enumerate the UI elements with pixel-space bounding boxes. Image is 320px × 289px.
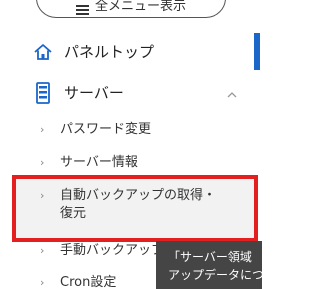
chevron-right-icon: › [40, 156, 45, 169]
submenu-label-line1: 自動バックアップの取得・ [60, 188, 217, 203]
sidebar-item-label: サーバー [64, 84, 124, 102]
chevron-up-icon[interactable] [226, 86, 238, 98]
sidebar-item-server[interactable]: サーバー [20, 74, 242, 111]
chevron-right-icon: › [40, 244, 45, 257]
chevron-right-icon: › [40, 276, 45, 289]
sidebar-screen: 全メニュー表示 パネルトップ サーバー › パスワード変更 › サーバー情報 ›… [0, 0, 262, 289]
tooltip-line1: 「サーバー領域 [168, 250, 252, 264]
submenu-item-label: パスワード変更 [60, 122, 152, 137]
server-icon [32, 81, 54, 104]
submenu-item-label: サーバー情報 [60, 155, 138, 170]
sidebar-item-label: パネルトップ [64, 43, 155, 61]
tooltip-line2: アップデータについ [168, 268, 262, 282]
submenu-item-auto-backup[interactable]: › 自動バックアップの取得・ 復元 [20, 187, 242, 223]
submenu-item-server-info[interactable]: › サーバー情報 [20, 154, 242, 172]
chevron-right-icon: › [40, 189, 45, 202]
submenu-item-password-change[interactable]: › パスワード変更 [20, 121, 242, 139]
sidebar-item-panel-top[interactable]: パネルトップ [20, 33, 242, 70]
tooltip: 「サーバー領域 アップデータについ [156, 241, 262, 289]
submenu-label-line2: 復元 [60, 206, 87, 221]
chevron-right-icon: › [40, 123, 45, 136]
active-indicator [254, 33, 260, 70]
submenu-item-label: 自動バックアップの取得・ 復元 [60, 187, 216, 223]
home-icon [32, 41, 54, 63]
submenu-item-label: Cron設定 [60, 275, 117, 289]
